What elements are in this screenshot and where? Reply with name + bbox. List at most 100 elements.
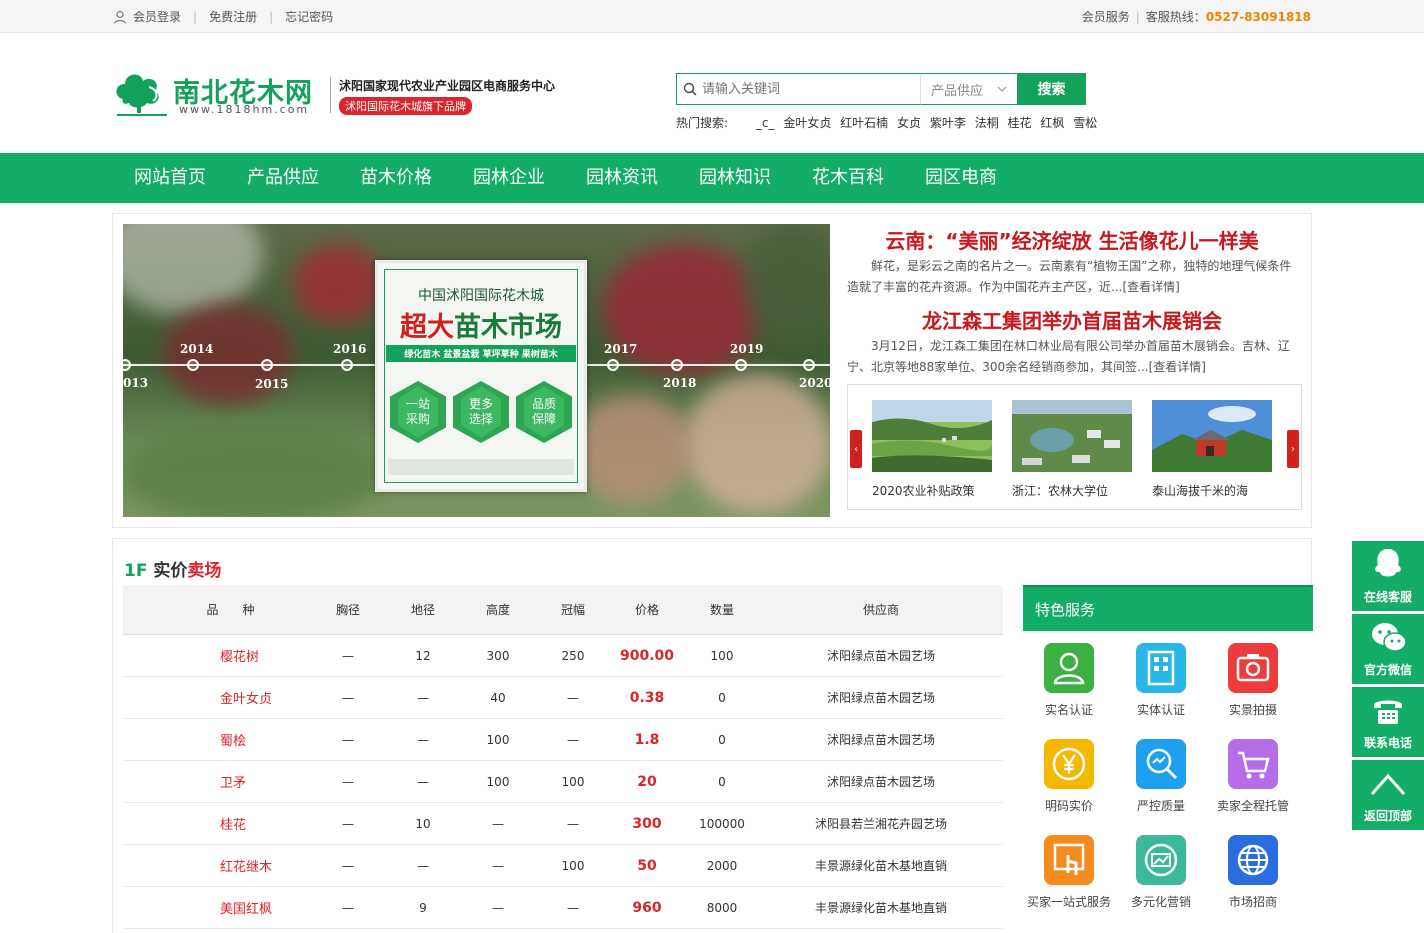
table-row[interactable]: 桂花 — 10 — — 300 100000 沭阳县若兰湘花卉园艺场 xyxy=(123,803,1003,845)
nav-item-ecommerce[interactable]: 园区电商 xyxy=(925,153,997,203)
price-cell: 300 xyxy=(632,815,662,832)
quantity-cell: 0 xyxy=(718,690,726,705)
species-cell[interactable]: 美国红枫 xyxy=(220,887,315,928)
service-item[interactable]: 市场招商 xyxy=(1207,835,1299,910)
species-cell[interactable]: 红花继木 xyxy=(220,845,315,886)
hot-search: 热门搜索: _c_ 金叶女贞 红叶石楠 女贞 紫叶李 法桐 桂花 红枫 雪松 xyxy=(676,114,1097,131)
supplier-cell[interactable]: 丰景源绿化苗木基地直销 xyxy=(781,887,981,928)
supplier-cell[interactable]: 沭阳县若兰湘花卉园艺场 xyxy=(781,803,981,844)
hot-search-term[interactable]: 红枫 xyxy=(1040,116,1064,130)
thumbnail-item[interactable]: 浙江：农林大学位 xyxy=(1012,400,1132,499)
service-item[interactable]: 实体认证 xyxy=(1115,643,1207,718)
search-button[interactable]: 搜索 xyxy=(1017,73,1086,105)
nav-item-encyclopedia[interactable]: 花木百科 xyxy=(812,153,884,203)
hot-search-term[interactable]: _c_ xyxy=(756,116,775,130)
back-to-top-button[interactable]: 返回顶部 xyxy=(1352,760,1424,830)
service-item[interactable]: 多元化营销 xyxy=(1115,835,1207,910)
price-cell: 50 xyxy=(637,857,657,874)
register-link[interactable]: 免费注册 xyxy=(209,8,257,25)
wechat-button[interactable]: 官方微信 xyxy=(1352,614,1424,684)
height-cell: — xyxy=(492,858,504,873)
phone-icon xyxy=(1374,700,1402,724)
nav-item-news[interactable]: 园林资讯 xyxy=(586,153,658,203)
service-item[interactable]: 严控质量 xyxy=(1115,739,1207,814)
forgot-password-link[interactable]: 忘记密码 xyxy=(285,8,333,25)
hot-search-term[interactable]: 女贞 xyxy=(897,116,921,130)
service-item[interactable]: 买家一站式服务 xyxy=(1023,835,1115,910)
floor-title-part-2: 卖场 xyxy=(187,561,222,581)
thumbnail-item[interactable]: 2020农业补贴政策 xyxy=(872,400,992,499)
dbh-cell: — xyxy=(342,648,354,663)
carousel-prev-button[interactable]: ‹ xyxy=(850,430,862,468)
supplier-cell[interactable]: 沭阳绿点苗木园艺场 xyxy=(781,719,981,760)
search-category-select[interactable]: 产品供应 xyxy=(920,73,1017,105)
price-cell: 0.38 xyxy=(629,689,665,706)
search-icon xyxy=(683,82,697,96)
service-item[interactable]: 实景拍摄 xyxy=(1207,643,1299,718)
logo-url: www.1818hm.com xyxy=(179,103,310,116)
hot-search-term[interactable]: 桂花 xyxy=(1008,116,1032,130)
species-cell[interactable]: 桂花 xyxy=(220,803,315,844)
supplier-cell[interactable]: 丰景源绿化苗木基地直销 xyxy=(781,845,981,886)
poster-title: 中国沭阳国际花木城 xyxy=(418,288,544,304)
supplier-cell[interactable]: 沭阳绿点苗木园艺场 xyxy=(781,635,981,676)
search-input[interactable] xyxy=(702,81,912,97)
top-bar-left: 会员登录 | 免费注册 | 忘记密码 xyxy=(113,0,333,33)
species-cell[interactable]: 樱花树 xyxy=(220,635,315,676)
login-link[interactable]: 会员登录 xyxy=(133,8,181,25)
hot-search-term[interactable]: 紫叶李 xyxy=(930,116,966,130)
species-cell[interactable]: 金叶女贞 xyxy=(220,677,315,718)
column-header: 供应商 xyxy=(862,603,899,617)
site-logo[interactable]: 南北花木网 www.1818hm.com xyxy=(113,69,328,119)
ground-diameter-cell: 9 xyxy=(419,900,427,915)
phone-button[interactable]: 联系电话 xyxy=(1352,687,1424,757)
globe-icon xyxy=(1228,835,1278,885)
poster-tags: 绿化苗木 盆景盆栽 草坪草种 果树苗木 xyxy=(386,345,576,362)
nav-item-home[interactable]: 网站首页 xyxy=(134,153,206,203)
service-label: 实体认证 xyxy=(1136,703,1185,717)
species-cell[interactable]: 卫矛 xyxy=(220,761,315,802)
nav-item-knowledge[interactable]: 园林知识 xyxy=(699,153,771,203)
table-row[interactable]: 美国红枫 — 9 — — 960 8000 丰景源绿化苗木基地直销 xyxy=(123,887,1003,929)
building-icon xyxy=(1136,643,1186,693)
supplier-cell[interactable]: 沭阳绿点苗木园艺场 xyxy=(781,761,981,802)
floor-title-part-1: 实价 xyxy=(153,561,188,581)
service-item[interactable]: 实名认证 xyxy=(1023,643,1115,718)
species-cell[interactable]: 蜀桧 xyxy=(220,719,315,760)
nav-item-supply[interactable]: 产品供应 xyxy=(247,153,319,203)
hotline-number: 0527-83091818 xyxy=(1205,9,1311,24)
news-title[interactable]: 龙江森工集团举办首届苗木展销会 xyxy=(847,308,1297,334)
table-row[interactable]: 卫矛 — — 100 100 20 0 沭阳绿点苗木园艺场 xyxy=(123,761,1003,803)
news-title[interactable]: 云南：“美丽”经济绽放 生活像花儿一样美 xyxy=(847,228,1297,254)
banner-carousel[interactable]: 2014 2016 013 2015 2017 2019 2018 2020 中… xyxy=(123,224,830,517)
hot-search-term[interactable]: 雪松 xyxy=(1073,116,1097,130)
hot-search-term[interactable]: 法桐 xyxy=(975,116,999,130)
nav-item-prices[interactable]: 苗木价格 xyxy=(360,153,432,203)
carousel-next-button[interactable]: › xyxy=(1287,430,1299,468)
online-service-button[interactable]: 在线客服 xyxy=(1352,541,1424,611)
nav-item-companies[interactable]: 园林企业 xyxy=(473,153,545,203)
chart-icon xyxy=(1136,835,1186,885)
table-row[interactable]: 蜀桧 — — 100 — 1.8 0 沭阳绿点苗木园艺场 xyxy=(123,719,1003,761)
table-row[interactable]: 樱花树 — 12 300 250 900.00 100 沭阳绿点苗木园艺场 xyxy=(123,635,1003,677)
height-cell: 300 xyxy=(486,648,510,663)
service-item[interactable]: 卖家全程托管 xyxy=(1207,739,1299,814)
thumbnail-caption: 2020农业补贴政策 xyxy=(872,484,975,498)
table-row[interactable]: 金叶女贞 — — 40 — 0.38 0 沭阳绿点苗木园艺场 xyxy=(123,677,1003,719)
price-cell: 960 xyxy=(632,899,662,916)
thumbnail-item[interactable]: 泰山海拔千米的海 xyxy=(1152,400,1272,499)
height-cell: 40 xyxy=(490,690,506,705)
column-header: 胸径 xyxy=(335,603,360,617)
service-item[interactable]: 明码实价 xyxy=(1023,739,1115,814)
ground-diameter-cell: 10 xyxy=(415,816,431,831)
member-service-link[interactable]: 会员服务 xyxy=(1082,8,1130,25)
table-row[interactable]: 红花继木 — — — 100 50 2000 丰景源绿化苗木基地直销 xyxy=(123,845,1003,887)
hot-search-term[interactable]: 金叶女贞 xyxy=(783,116,831,130)
service-label: 严控质量 xyxy=(1136,799,1185,813)
supplier-cell[interactable]: 沭阳绿点苗木园艺场 xyxy=(781,677,981,718)
dbh-cell: — xyxy=(342,774,354,789)
timeline-year: 2019 xyxy=(730,342,764,356)
thumbnail-caption: 浙江：农林大学位 xyxy=(1012,484,1109,498)
timeline-dot xyxy=(607,359,619,371)
hot-search-term[interactable]: 红叶石楠 xyxy=(840,116,888,130)
